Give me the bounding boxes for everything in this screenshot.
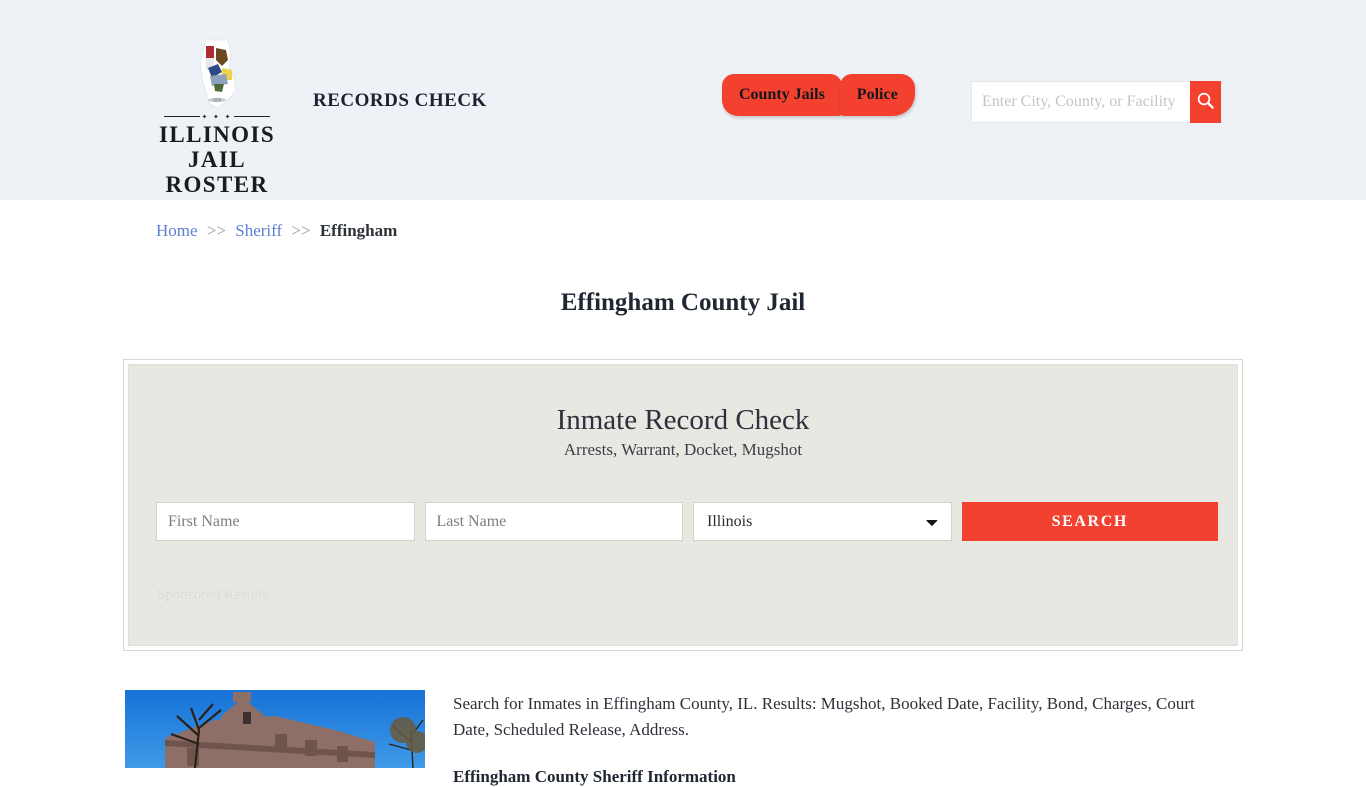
content-section-heading: Effingham County Sheriff Information bbox=[453, 767, 736, 786]
nav-item-police[interactable]: Police bbox=[839, 74, 915, 116]
content-body: Search for Inmates in Effingham County, … bbox=[453, 691, 1213, 787]
breadcrumb-item-current: Effingham bbox=[319, 221, 398, 240]
panel-subtitle: Arrests, Warrant, Docket, Mugshot bbox=[563, 440, 803, 459]
panel-title: Inmate Record Check bbox=[556, 404, 810, 436]
nav-item-county-jails[interactable]: County Jails bbox=[722, 74, 842, 116]
site-tagline: RECORDS CHECK bbox=[313, 90, 487, 111]
illinois-state-outline-seal-icon: 1818 bbox=[188, 38, 246, 110]
breadcrumb: Home >> Sheriff >> Effingham bbox=[156, 221, 397, 241]
header-search-input[interactable] bbox=[971, 81, 1190, 123]
svg-text:1818: 1818 bbox=[213, 98, 221, 103]
header-search-bar bbox=[971, 81, 1221, 123]
site-logo[interactable]: 1818 ✦ ✦ ✦ ILLINOIS JAIL ROSTER bbox=[151, 38, 283, 197]
state-select[interactable]: Illinois bbox=[693, 502, 952, 541]
courthouse-photo bbox=[125, 690, 425, 768]
search-icon bbox=[1196, 91, 1215, 113]
sponsored-results-label: Sponsored Results bbox=[157, 587, 269, 603]
page-title: Effingham County Jail bbox=[560, 288, 806, 316]
logo-divider: ✦ ✦ ✦ bbox=[164, 113, 270, 121]
first-name-input[interactable] bbox=[156, 502, 415, 541]
panel-inner: Inmate Record Check Arrests, Warrant, Do… bbox=[128, 364, 1238, 646]
breadcrumb-separator: >> bbox=[206, 221, 226, 240]
logo-text-line1: ILLINOIS bbox=[158, 122, 276, 147]
content-paragraph: Search for Inmates in Effingham County, … bbox=[453, 694, 1195, 739]
breadcrumb-item-home[interactable]: Home bbox=[156, 221, 198, 240]
logo-divider-dots: ✦ ✦ ✦ bbox=[201, 113, 233, 121]
breadcrumb-item-sheriff[interactable]: Sheriff bbox=[235, 221, 282, 240]
header-search-button[interactable] bbox=[1190, 81, 1221, 123]
inmate-record-check-panel: Inmate Record Check Arrests, Warrant, Do… bbox=[123, 359, 1243, 651]
primary-nav: County Jails Police bbox=[722, 74, 915, 116]
breadcrumb-separator: >> bbox=[291, 221, 311, 240]
site-header: 1818 ✦ ✦ ✦ ILLINOIS JAIL ROSTER RECORDS … bbox=[0, 0, 1366, 200]
inmate-search-form: Illinois SEARCH bbox=[156, 502, 1218, 541]
inmate-search-button[interactable]: SEARCH bbox=[961, 502, 1218, 541]
logo-text-line2: JAIL ROSTER bbox=[165, 147, 269, 197]
last-name-input[interactable] bbox=[424, 502, 683, 541]
